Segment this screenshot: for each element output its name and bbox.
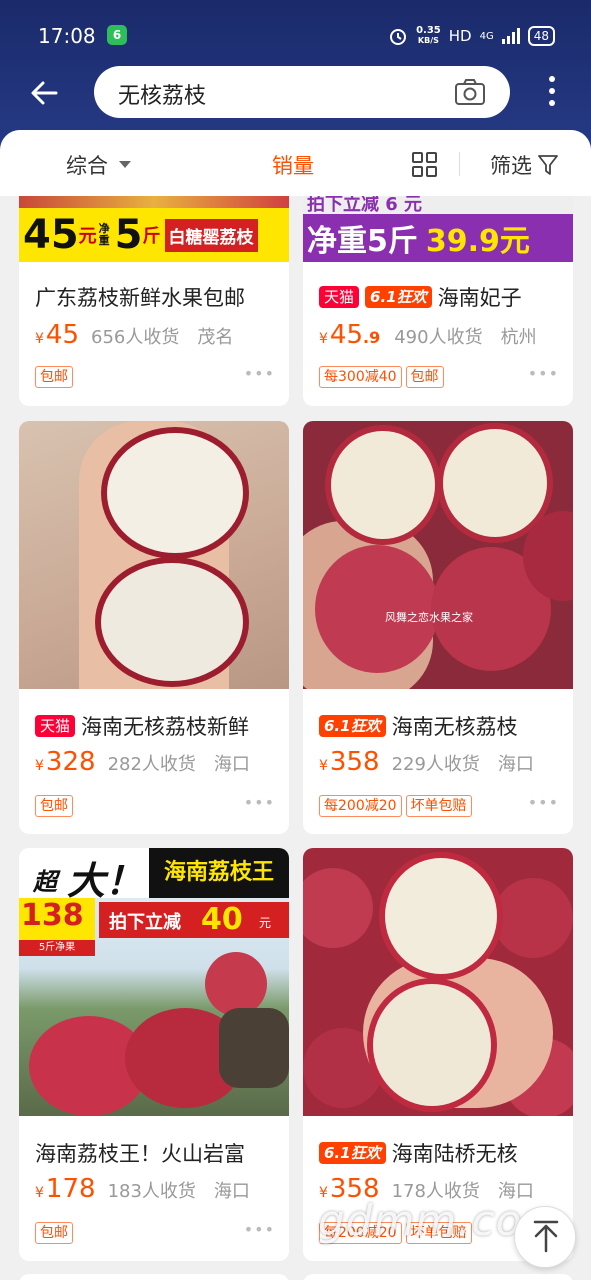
status-bar: 17:08 6 0.35 KB/S HD 4G 48 <box>0 0 591 70</box>
back-arrow-icon[interactable] <box>28 76 64 110</box>
product-title[interactable]: 6.1狂欢 海南无核荔枝 <box>319 711 518 741</box>
divider <box>459 152 460 176</box>
tag: 包邮 <box>405 366 444 388</box>
promo-badge: 6.1狂欢 <box>319 1142 386 1164</box>
back-to-top-icon[interactable] <box>515 1207 577 1269</box>
top-header: 17:08 6 0.35 KB/S HD 4G 48 无核荔枝 <box>0 0 591 150</box>
location: 茂名 <box>197 327 234 348</box>
price-row: ¥ 45 656人收货 茂名 <box>35 320 234 350</box>
location: 杭州 <box>500 327 537 348</box>
promo-badge: 6.1狂欢 <box>365 286 432 308</box>
price-row: ¥ 45 .9 490人收货 杭州 <box>319 320 537 350</box>
location: 海口 <box>213 754 250 775</box>
network-speed: 0.35 KB/S <box>416 25 441 46</box>
sold-count: 229人收货 <box>391 754 480 775</box>
alarm-icon <box>390 29 407 45</box>
sold-count: 282人收货 <box>107 754 196 775</box>
tag-list: 包邮 <box>35 366 73 388</box>
product-banner: 超 大！ 海南荔枝王 <box>19 848 289 903</box>
tag-list: 每200减20 坏单包赔 <box>319 795 472 817</box>
tag: 包邮 <box>35 1222 73 1244</box>
tag: 坏单包赔 <box>405 795 472 817</box>
promo-badge: 6.1狂欢 <box>319 715 386 737</box>
product-banner: 净重5斤 39.9元 <box>307 224 530 259</box>
product-image[interactable]: 超 大！ 海南荔枝王 138 5斤净果 拍下立减 40 元 <box>19 848 289 1116</box>
camera-icon[interactable] <box>454 78 486 106</box>
tag: 每200减20 <box>319 795 402 817</box>
tag: 每300减40 <box>319 366 402 388</box>
price: 178 <box>45 1174 96 1204</box>
price-row: ¥ 328 282人收货 海口 <box>35 747 250 777</box>
grid-view-icon[interactable] <box>412 152 438 178</box>
sort-bar: 综合 销量 筛选 <box>0 130 591 196</box>
product-title[interactable]: 广东荔枝新鲜水果包邮 <box>35 282 267 312</box>
more-vertical-icon[interactable] <box>540 76 564 110</box>
price-row: ¥ 358 229人收货 海口 <box>319 747 534 777</box>
price: 328 <box>45 747 96 777</box>
search-input[interactable]: 无核荔枝 <box>118 78 206 110</box>
product-card[interactable] <box>19 1274 289 1280</box>
product-card[interactable]: 超 大！ 海南荔枝王 138 5斤净果 拍下立减 40 元 海南荔枝王！火山岩富… <box>19 848 289 1261</box>
dropdown-triangle-icon[interactable] <box>119 161 131 168</box>
more-options-icon[interactable]: ••• <box>244 364 275 383</box>
filter-button[interactable]: 筛选 <box>490 150 532 180</box>
more-options-icon[interactable]: ••• <box>244 793 275 812</box>
more-options-icon[interactable]: ••• <box>528 793 559 812</box>
sold-count: 656人收货 <box>91 327 180 348</box>
product-image[interactable]: 风舞之恋水果之家 <box>303 421 573 689</box>
product-banner: 45 元 净重 5 斤 白糖罂荔枝 <box>19 208 289 262</box>
notification-app-icon: 6 <box>107 25 127 45</box>
location: 海口 <box>213 1181 250 1202</box>
product-title[interactable]: 天猫 海南无核荔枝新鲜 <box>35 711 249 741</box>
more-options-icon[interactable]: ••• <box>528 364 559 383</box>
tmall-badge: 天猫 <box>319 286 360 308</box>
status-right: 0.35 KB/S HD 4G 48 <box>388 24 555 48</box>
tag-list: 包邮 <box>35 1222 73 1244</box>
tag: 包邮 <box>35 366 73 388</box>
tmall-badge: 天猫 <box>35 715 76 737</box>
tag: 包邮 <box>35 795 73 817</box>
sort-sales[interactable]: 销量 <box>272 150 314 180</box>
product-image[interactable] <box>303 848 573 1116</box>
battery-icon: 48 <box>527 26 555 46</box>
back-to-top-button[interactable] <box>514 1206 576 1268</box>
tag-list: 包邮 <box>35 795 73 817</box>
product-image[interactable] <box>19 421 289 689</box>
search-bar[interactable]: 无核荔枝 <box>94 66 510 118</box>
price: 45 <box>45 320 80 350</box>
price: 45 <box>329 320 364 350</box>
product-card[interactable]: 天猫 海南无核荔枝新鲜 ¥ 328 282人收货 海口 包邮 ••• <box>19 421 289 834</box>
product-card[interactable]: 风舞之恋水果之家 6.1狂欢 海南无核荔枝 ¥ 358 229人收货 海口 每2… <box>303 421 573 834</box>
signal-icon <box>501 28 520 44</box>
price-row: ¥ 178 183人收货 海口 <box>35 1174 250 1204</box>
more-options-icon[interactable]: ••• <box>244 1220 275 1239</box>
location: 海口 <box>497 754 534 775</box>
product-title[interactable]: 天猫 6.1狂欢 海南妃子 <box>319 282 522 312</box>
results-sheet: 综合 销量 筛选 45 元 净重 5 斤 白糖罂荔枝 广东荔枝新鲜水果包邮 ¥ <box>0 130 591 1280</box>
product-image[interactable]: 拍下立减 6 元 净重5斤 39.9元 <box>303 196 573 262</box>
product-image[interactable]: 45 元 净重 5 斤 白糖罂荔枝 <box>19 196 289 262</box>
price: 358 <box>329 747 380 777</box>
image-caption: 风舞之恋水果之家 <box>385 611 473 624</box>
status-time: 17:08 <box>38 24 96 48</box>
sort-comprehensive[interactable]: 综合 <box>66 150 108 180</box>
filter-funnel-icon[interactable] <box>538 154 558 176</box>
net-type: 4G <box>479 30 494 42</box>
product-card[interactable] <box>303 1274 573 1280</box>
sold-count: 490人收货 <box>394 327 483 348</box>
product-title[interactable]: 海南荔枝王！火山岩富 <box>35 1138 267 1168</box>
sold-count: 183人收货 <box>107 1181 196 1202</box>
product-title[interactable]: 6.1狂欢 海南陆桥无核 <box>319 1138 518 1168</box>
tag-list: 每300减40 包邮 <box>319 366 444 388</box>
hd-indicator: HD <box>448 27 472 45</box>
